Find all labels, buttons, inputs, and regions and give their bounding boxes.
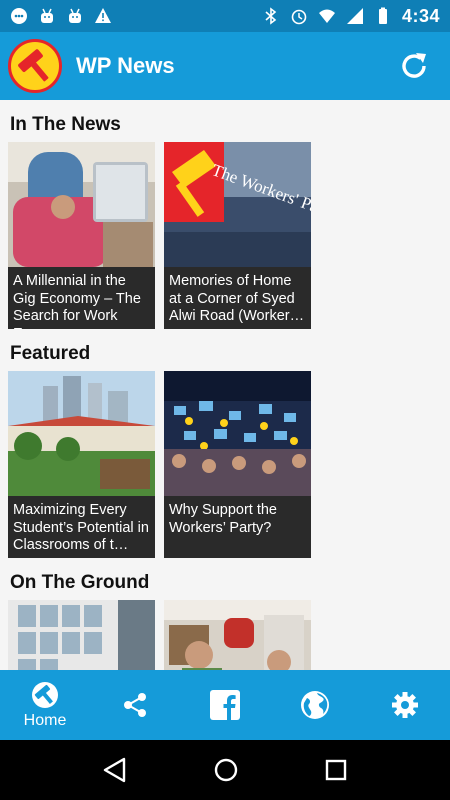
article-thumbnail: The Workers' Party <box>164 142 311 267</box>
nav-web[interactable] <box>270 670 360 740</box>
news-card[interactable]: Why Support the Workers’ Party? <box>164 371 311 558</box>
article-thumbnail <box>8 142 155 267</box>
nav-home-label: Home <box>23 712 67 729</box>
settings-icon <box>392 692 418 718</box>
signal-icon <box>346 8 363 24</box>
section-title-in-the-news: In The News <box>10 114 121 135</box>
card-caption: A Millennial in the Gig Economy – The Se… <box>8 267 155 329</box>
status-bar: 4:34 <box>0 0 450 32</box>
news-card[interactable]: The Workers' Party Memories of Home at a… <box>164 142 311 329</box>
wifi-icon <box>318 9 335 23</box>
globe-icon <box>301 691 329 719</box>
home-circle-icon[interactable] <box>213 757 239 783</box>
article-thumbnail <box>164 600 311 670</box>
app-title: WP News <box>76 53 175 78</box>
refresh-button[interactable] <box>394 46 434 86</box>
alarm-icon <box>291 9 307 25</box>
section-title-featured: Featured <box>10 343 91 364</box>
chat-notification-icon <box>11 8 27 24</box>
card-row: Maximizing Every Student’s Potential in … <box>0 371 450 558</box>
card-row <box>0 600 450 670</box>
hammer-logo-icon <box>8 39 62 93</box>
card-caption: Maximizing Every Student’s Potential in … <box>8 496 155 558</box>
card-caption: Memories of Home at a Corner of Syed Alw… <box>164 267 311 329</box>
article-thumbnail <box>8 371 155 496</box>
android-icon <box>69 8 81 23</box>
system-nav-bar <box>0 740 450 800</box>
app-bar: WP News <box>0 32 450 100</box>
article-thumbnail <box>8 600 155 670</box>
news-card[interactable]: Maximizing Every Student’s Potential in … <box>8 371 155 558</box>
facebook-icon <box>210 690 240 720</box>
bottom-nav: Home <box>0 670 450 740</box>
battery-icon <box>378 7 387 24</box>
news-feed[interactable]: In The News A Millennial in the Gig Econ… <box>0 100 450 670</box>
nav-facebook[interactable] <box>180 670 270 740</box>
card-caption: Why Support the Workers’ Party? <box>164 496 311 558</box>
nav-share[interactable] <box>90 670 180 740</box>
nav-settings[interactable] <box>360 670 450 740</box>
status-time: 4:34 <box>401 5 440 26</box>
bluetooth-icon <box>265 7 277 25</box>
news-card[interactable] <box>8 600 155 670</box>
article-thumbnail <box>164 371 311 496</box>
refresh-icon <box>402 53 426 78</box>
card-row: A Millennial in the Gig Economy – The Se… <box>0 142 450 329</box>
recents-icon[interactable] <box>324 758 348 782</box>
share-icon <box>124 693 146 717</box>
home-icon <box>32 682 58 708</box>
warning-icon <box>95 8 111 23</box>
back-icon[interactable] <box>102 757 128 783</box>
news-card[interactable]: A Millennial in the Gig Economy – The Se… <box>8 142 155 329</box>
nav-home[interactable]: Home <box>0 670 90 740</box>
news-card[interactable] <box>164 600 311 670</box>
android-icon <box>41 8 53 23</box>
section-title-on-the-ground: On The Ground <box>10 572 150 593</box>
